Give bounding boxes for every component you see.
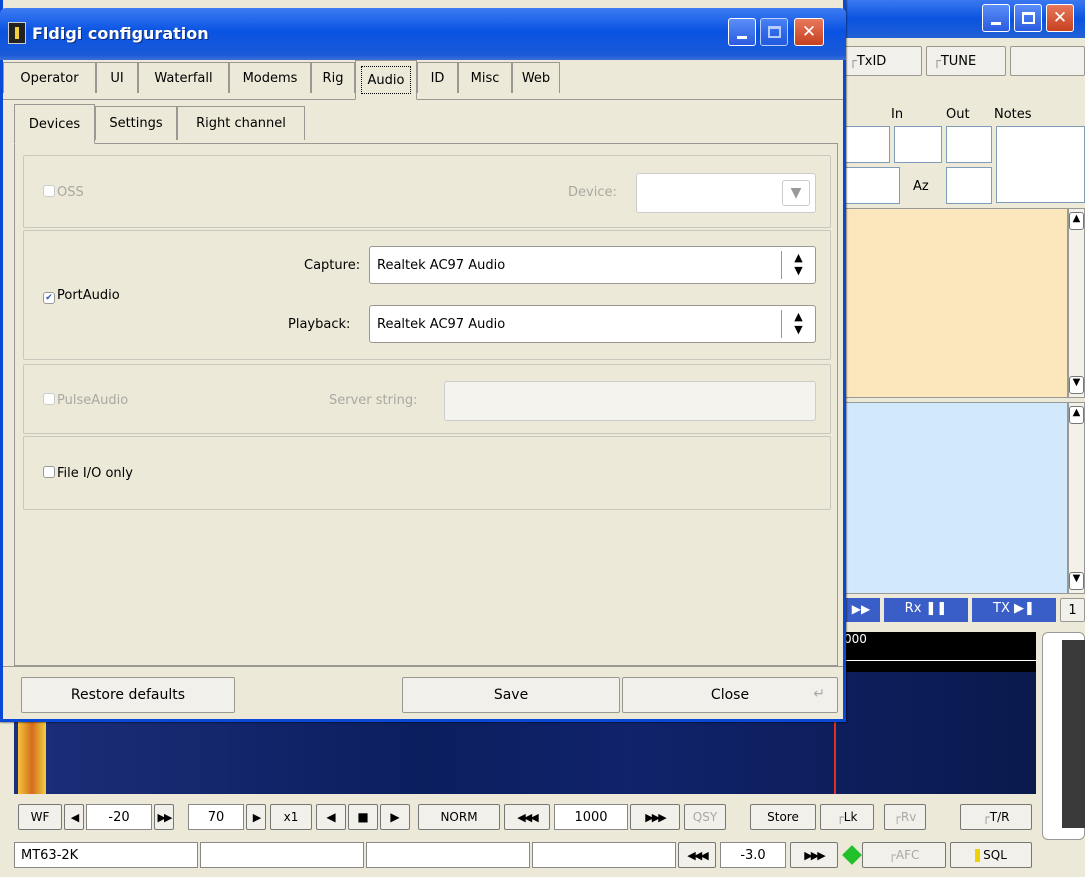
range-field[interactable]: 70 xyxy=(188,804,244,830)
scroll-down-icon[interactable]: ▼ xyxy=(1069,572,1084,590)
fast-right-icon[interactable]: ▶▶▶ xyxy=(790,842,838,868)
subtab-settings[interactable]: Settings xyxy=(95,106,177,140)
diamond-icon xyxy=(842,845,862,865)
tune-toggle[interactable]: ┌ TUNE xyxy=(926,46,1006,76)
store-button[interactable]: Store xyxy=(750,804,816,830)
afc-toggle[interactable]: ┌ AFC xyxy=(862,842,946,868)
notes-field[interactable] xyxy=(996,126,1085,203)
frequency-field[interactable]: 1000 xyxy=(554,804,628,830)
main-maximize-button[interactable] xyxy=(1014,4,1042,32)
level-meter-bar xyxy=(1062,640,1085,828)
rx-button[interactable]: Rx ❚❚ xyxy=(884,598,968,622)
capture-label: Capture: xyxy=(304,258,361,273)
fast-left-icon[interactable]: ◀◀◀ xyxy=(504,804,550,830)
extra-toggle[interactable] xyxy=(1010,46,1085,76)
server-string-input[interactable] xyxy=(444,381,816,421)
out-field[interactable] xyxy=(946,126,992,163)
app-icon xyxy=(8,22,26,44)
dialog-maximize-button[interactable] xyxy=(760,18,788,46)
scroll-up-icon[interactable]: ▲ xyxy=(1069,212,1084,230)
transmit-scrollbar[interactable] xyxy=(1068,402,1085,594)
chevron-down-icon[interactable]: ▼ xyxy=(782,180,810,206)
transmit-text-pane[interactable] xyxy=(840,402,1068,594)
tab-modems[interactable]: Modems xyxy=(229,62,311,93)
status-field-2 xyxy=(200,842,364,868)
left-arrow-icon[interactable]: ◀ xyxy=(316,804,346,830)
field-2[interactable] xyxy=(842,167,900,204)
lock-toggle[interactable]: ┌ Lk xyxy=(820,804,874,830)
status-field-4 xyxy=(532,842,676,868)
qsy-button[interactable]: QSY xyxy=(684,804,726,830)
waterfall-signal xyxy=(18,722,46,794)
updown-icon: ▲ ▼ xyxy=(781,310,815,338)
close-button[interactable]: Close ↵ xyxy=(622,677,838,713)
tab-operator[interactable]: Operator xyxy=(3,62,96,93)
tab-waterfall[interactable]: Waterfall xyxy=(138,62,229,93)
status-field-3 xyxy=(366,842,530,868)
save-button[interactable]: Save xyxy=(402,677,620,713)
sql-toggle[interactable]: SQL xyxy=(950,842,1032,868)
side-button[interactable]: 1 xyxy=(1060,598,1085,622)
oss-checkbox[interactable]: OSS xyxy=(43,185,84,200)
scroll-down-icon[interactable]: ▼ xyxy=(1069,376,1084,394)
scroll-up-icon[interactable]: ▲ xyxy=(1069,406,1084,424)
subtab-right-channel[interactable]: Right channel xyxy=(177,106,305,140)
fileio-checkbox[interactable]: File I/O only xyxy=(43,466,133,481)
fileio-group xyxy=(23,436,831,510)
button-divider xyxy=(3,666,843,667)
txid-toggle[interactable]: ┌ TxID xyxy=(842,46,922,76)
right-arrow-icon[interactable]: ▶ xyxy=(380,804,410,830)
tr-toggle[interactable]: ┌ T/R xyxy=(960,804,1032,830)
field-1[interactable] xyxy=(842,126,890,163)
server-string-label: Server string: xyxy=(329,393,418,408)
tab-rig[interactable]: Rig xyxy=(311,62,355,93)
fast-right-icon[interactable]: ▶▶▶ xyxy=(630,804,680,830)
tab-misc[interactable]: Misc xyxy=(458,62,512,93)
dialog-close-button[interactable]: ✕ xyxy=(794,18,824,46)
in-field[interactable] xyxy=(894,126,942,163)
wf-button[interactable]: WF xyxy=(18,804,62,830)
reflevel-field[interactable]: -20 xyxy=(86,804,152,830)
waterfall-scale: 000 xyxy=(840,632,1036,672)
fast-left-icon[interactable]: ◀◀◀ xyxy=(678,842,716,868)
main-minimize-button[interactable] xyxy=(982,4,1010,32)
receive-text-pane[interactable] xyxy=(840,208,1068,398)
tab-ui[interactable]: UI xyxy=(96,62,138,93)
main-close-button[interactable]: ✕ xyxy=(1046,4,1074,32)
tab-audio[interactable]: Audio xyxy=(355,60,417,100)
portaudio-checkbox[interactable]: ✔ PortAudio xyxy=(43,288,120,304)
squelch-field[interactable]: -3.0 xyxy=(720,842,786,868)
receive-scrollbar[interactable] xyxy=(1068,208,1085,398)
reverse-toggle[interactable]: ┌ Rv xyxy=(884,804,926,830)
stop-icon[interactable]: ■ xyxy=(348,804,378,830)
device-label: Device: xyxy=(568,185,617,200)
macro-next-button[interactable]: ▶▶ xyxy=(842,598,880,622)
subtab-devices[interactable]: Devices xyxy=(14,104,95,144)
right-arrow-icon[interactable]: ▶ xyxy=(246,804,266,830)
notes-label: Notes xyxy=(994,107,1032,122)
pulseaudio-checkbox[interactable]: PulseAudio xyxy=(43,393,128,408)
az-label: Az xyxy=(913,179,929,194)
playback-label: Playback: xyxy=(288,317,351,332)
tx-button[interactable]: TX ▶❚ xyxy=(972,598,1056,622)
zoom-button[interactable]: x1 xyxy=(270,804,312,830)
restore-defaults-button[interactable]: Restore defaults xyxy=(21,677,235,713)
out-label: Out xyxy=(946,107,970,122)
az-field[interactable] xyxy=(946,167,992,204)
enter-icon: ↵ xyxy=(813,686,825,702)
left-arrow-icon[interactable]: ◀ xyxy=(64,804,84,830)
capture-select[interactable]: Realtek AC97 Audio ▲ ▼ xyxy=(369,246,816,284)
dialog-title: Fldigi configuration xyxy=(32,24,209,43)
mode-status[interactable]: MT63-2K xyxy=(14,842,198,868)
updown-icon: ▲ ▼ xyxy=(781,251,815,279)
right-arrow-icon[interactable]: ▶▶ xyxy=(154,804,174,830)
tab-web[interactable]: Web xyxy=(512,62,560,93)
in-label: In xyxy=(891,107,904,122)
dialog-minimize-button[interactable] xyxy=(728,18,756,46)
norm-button[interactable]: NORM xyxy=(418,804,500,830)
playback-select[interactable]: Realtek AC97 Audio ▲ ▼ xyxy=(369,305,816,343)
tab-id[interactable]: ID xyxy=(417,62,458,93)
